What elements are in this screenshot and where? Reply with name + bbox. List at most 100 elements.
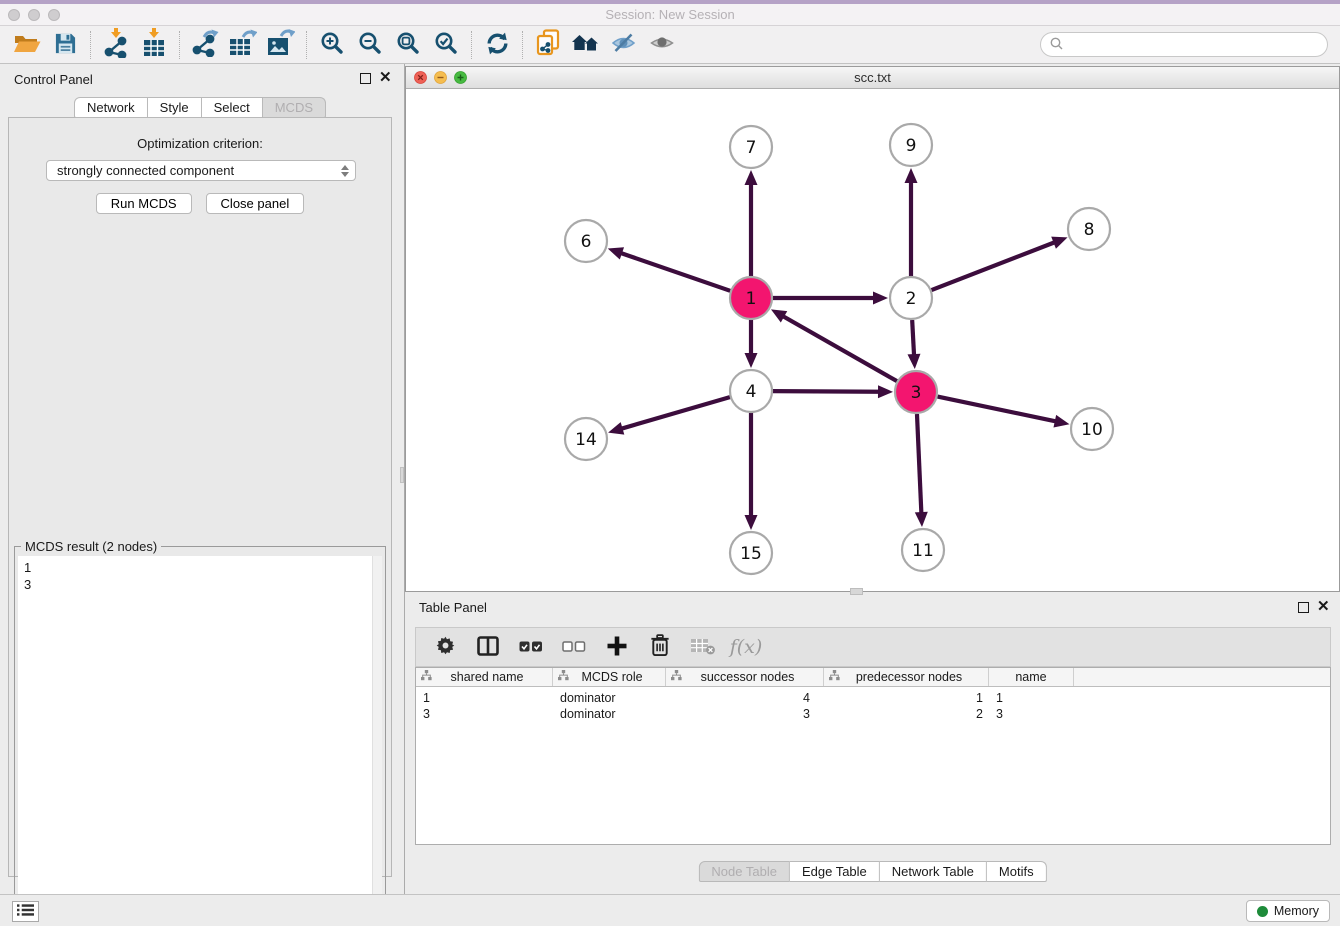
home-button[interactable]: [567, 29, 605, 61]
run-mcds-button[interactable]: Run MCDS: [96, 193, 192, 214]
table-cell-shared_name[interactable]: 3: [416, 707, 553, 721]
delete-table-button[interactable]: [688, 632, 718, 662]
save-session-button[interactable]: [46, 29, 84, 61]
toolbar-separator: [90, 31, 91, 59]
network-window-titlebar[interactable]: scc.txt: [406, 67, 1339, 89]
zoom-selected-button[interactable]: [427, 29, 465, 61]
table-cell-mcds_role[interactable]: dominator: [553, 691, 666, 705]
close-panel-icon[interactable]: ✕: [379, 70, 392, 86]
list-icon: [17, 903, 34, 920]
toolbar-separator: [306, 31, 307, 59]
memory-button[interactable]: Memory: [1246, 900, 1330, 922]
network-canvas[interactable]: 7968124314101511: [406, 89, 1339, 591]
column-header-predecessor-nodes[interactable]: predecessor nodes: [824, 668, 989, 686]
zoom-in-button[interactable]: [313, 29, 351, 61]
edge-3-11[interactable]: [917, 414, 921, 514]
zoom-out-icon: [358, 31, 382, 58]
table-row[interactable]: 1dominator411: [416, 690, 1330, 706]
edge-4-14[interactable]: [621, 397, 730, 429]
table-cell-successor_nodes[interactable]: 4: [666, 691, 824, 705]
unchecked-boxes-icon: [562, 640, 586, 655]
control-panel: Control Panel ✕ Network Style Select MCD…: [0, 64, 400, 894]
add-column-button[interactable]: [602, 632, 632, 662]
import-table-icon: [142, 28, 166, 61]
column-header-mcds-role[interactable]: MCDS role: [553, 668, 666, 686]
table-cell-mcds_role[interactable]: dominator: [553, 707, 666, 721]
divider-grip[interactable]: [400, 467, 404, 483]
import-table-button[interactable]: [135, 29, 173, 61]
edge-2-3[interactable]: [912, 320, 914, 356]
show-all-eye-button[interactable]: [643, 29, 681, 61]
edge-2-8[interactable]: [932, 242, 1056, 290]
gear-icon: [435, 635, 456, 659]
export-table-icon: [229, 29, 257, 60]
close-panel-button[interactable]: Close panel: [206, 193, 305, 214]
table-cell-shared_name[interactable]: 1: [416, 691, 553, 705]
hierarchy-icon: [558, 670, 569, 684]
edge-3-10[interactable]: [938, 397, 1057, 422]
zoom-fit-content-button[interactable]: [389, 29, 427, 61]
tab-node-table[interactable]: Node Table: [698, 861, 790, 882]
arrowhead-icon: [1053, 415, 1069, 428]
tab-motifs[interactable]: Motifs: [987, 861, 1047, 882]
delete-table-icon: [690, 637, 716, 658]
open-session-button[interactable]: [8, 29, 46, 61]
fx-icon: f(x): [730, 636, 763, 658]
import-network-button[interactable]: [97, 29, 135, 61]
deselect-all-button[interactable]: [559, 632, 589, 662]
criterion-dropdown-value: strongly connected component: [57, 163, 341, 178]
export-table-button[interactable]: [224, 29, 262, 61]
window-titlebar: Session: New Session: [0, 0, 1340, 26]
search-icon: [1050, 37, 1063, 53]
arrowhead-icon: [608, 422, 624, 434]
tab-select[interactable]: Select: [202, 97, 263, 118]
refresh-view-button[interactable]: [478, 29, 516, 61]
trash-icon: [650, 634, 670, 660]
column-header-successor-nodes[interactable]: successor nodes: [666, 668, 824, 686]
edge-1-6[interactable]: [620, 253, 730, 291]
network-graph[interactable]: 7968124314101511: [406, 89, 1339, 591]
tab-network[interactable]: Network: [74, 97, 148, 118]
edge-4-3[interactable]: [773, 391, 880, 392]
select-all-button[interactable]: [516, 632, 546, 662]
zoom-out-button[interactable]: [351, 29, 389, 61]
table-row[interactable]: 3dominator323: [416, 706, 1330, 722]
column-header-name[interactable]: name: [989, 668, 1074, 686]
network-resize-grip[interactable]: [850, 588, 863, 595]
hide-selected-eye-button[interactable]: [605, 29, 643, 61]
status-bar: Memory: [0, 894, 1340, 926]
table-cell-predecessor_nodes[interactable]: 1: [824, 691, 989, 705]
control-panel-header: Control Panel ✕: [0, 64, 400, 92]
tab-mcds[interactable]: MCDS: [263, 97, 326, 118]
table-cell-name[interactable]: 1: [989, 691, 1074, 705]
graph-node-label: 2: [906, 289, 917, 309]
tab-edge-table[interactable]: Edge Table: [790, 861, 880, 882]
table-cell-name[interactable]: 3: [989, 707, 1074, 721]
table-cell-predecessor_nodes[interactable]: 2: [824, 707, 989, 721]
float-table-panel-icon[interactable]: [1298, 602, 1309, 613]
toggle-column-view-button[interactable]: [473, 632, 503, 662]
mcds-result-area[interactable]: 13: [18, 556, 382, 920]
table-settings-button[interactable]: [430, 632, 460, 662]
copy-current-view-button[interactable]: [529, 29, 567, 61]
graph-node-label: 1: [746, 289, 757, 309]
close-table-panel-icon[interactable]: ✕: [1317, 599, 1330, 615]
criterion-dropdown[interactable]: strongly connected component: [46, 160, 356, 181]
export-network-button[interactable]: [186, 29, 224, 61]
export-image-button[interactable]: [262, 29, 300, 61]
task-history-button[interactable]: [12, 901, 39, 922]
column-header-shared-name[interactable]: shared name: [416, 668, 553, 686]
arrowhead-icon: [745, 353, 758, 368]
search-input[interactable]: [1068, 35, 1327, 55]
refresh-icon: [485, 31, 510, 59]
tab-network-table[interactable]: Network Table: [880, 861, 987, 882]
toolbar-separator: [471, 31, 472, 59]
apply-function-button[interactable]: f(x): [731, 632, 761, 662]
delete-column-button[interactable]: [645, 632, 675, 662]
table-cell-successor_nodes[interactable]: 3: [666, 707, 824, 721]
tab-style[interactable]: Style: [148, 97, 202, 118]
eye-slash-icon: [612, 31, 636, 58]
edge-3-1[interactable]: [782, 316, 897, 381]
result-scrollbar[interactable]: [372, 556, 382, 920]
float-panel-icon[interactable]: [360, 73, 371, 84]
